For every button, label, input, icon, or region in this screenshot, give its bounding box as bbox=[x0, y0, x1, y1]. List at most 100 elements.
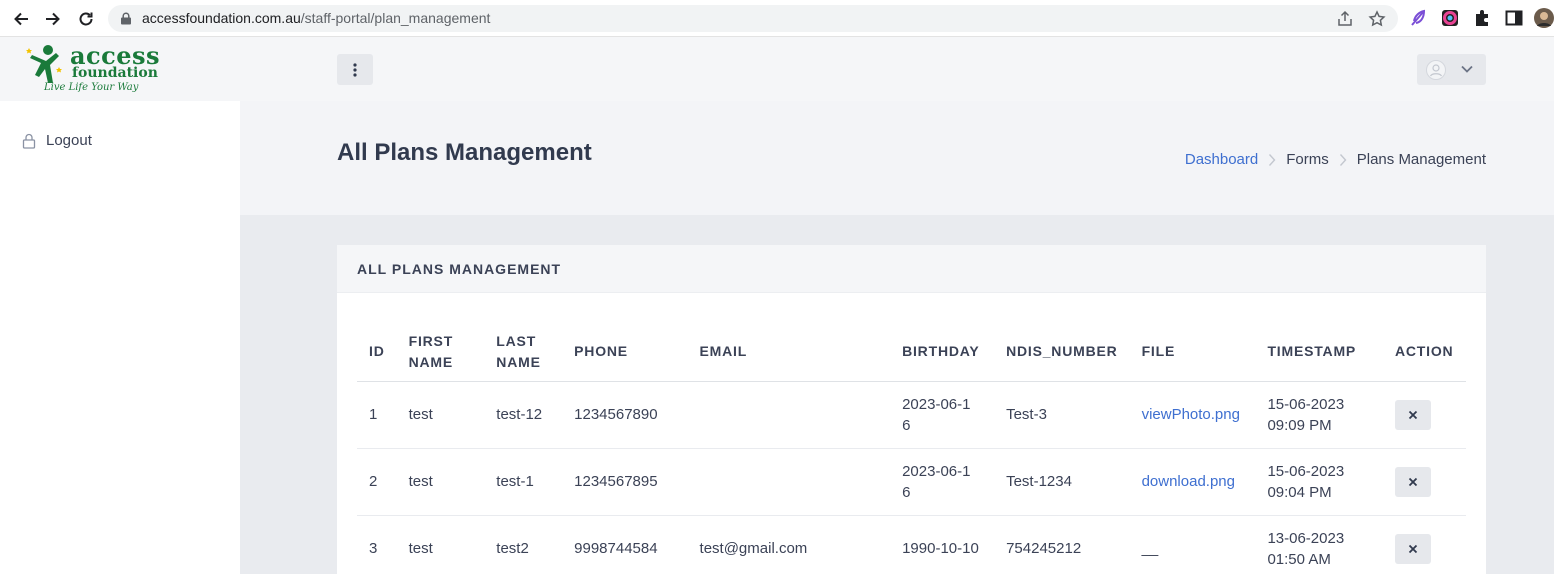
cell-last-name: test-12 bbox=[484, 381, 563, 449]
timestamp-text: 15-06-2023 09:09 PM bbox=[1267, 395, 1345, 434]
cell-action bbox=[1382, 381, 1466, 449]
cell-first-name: test bbox=[396, 381, 485, 449]
cell-last-name: test-1 bbox=[484, 448, 563, 516]
logout-label: Logout bbox=[46, 132, 92, 149]
column-header-ndis-number: NDIS_NUMBER bbox=[994, 323, 1130, 382]
cell-first-name: test bbox=[396, 515, 485, 574]
chevron-right-icon bbox=[1269, 153, 1276, 166]
column-header-last-name: LAST NAME bbox=[484, 323, 563, 382]
delete-button[interactable] bbox=[1394, 399, 1431, 430]
column-header-email: EMAIL bbox=[687, 323, 891, 382]
column-header-file: FILE bbox=[1129, 323, 1256, 382]
cell-birthday: 1990-10-10 bbox=[890, 515, 995, 574]
breadcrumb-dashboard[interactable]: Dashboard bbox=[1185, 151, 1258, 168]
cell-phone: 1234567890 bbox=[562, 381, 688, 449]
column-header-timestamp: TIMESTAMP bbox=[1255, 323, 1383, 382]
cell-action bbox=[1382, 448, 1466, 516]
url-path: /staff-portal/plan_management bbox=[300, 10, 491, 26]
chevron-right-icon bbox=[1339, 153, 1347, 166]
cell-file: download.png bbox=[1129, 448, 1256, 516]
cell-action bbox=[1382, 515, 1466, 574]
file-link[interactable]: viewPhoto.png bbox=[1142, 406, 1240, 423]
file-link[interactable]: download.png bbox=[1142, 473, 1235, 490]
color-picker-extension-icon[interactable] bbox=[1440, 8, 1460, 28]
close-icon bbox=[1408, 544, 1418, 553]
breadcrumb-forms: Forms bbox=[1286, 151, 1329, 168]
logo-text-foundation: foundation bbox=[72, 65, 158, 81]
more-options-button[interactable] bbox=[337, 54, 373, 85]
table-row: 2 test test-1 1234567895 2023-06-16 Test… bbox=[357, 448, 1466, 516]
sidebar: access foundation Live Life Your Way Log… bbox=[0, 37, 240, 574]
url-text: accessfoundation.com.au/staff-portal/pla… bbox=[142, 10, 490, 26]
column-header-phone: PHONE bbox=[562, 323, 688, 382]
breadcrumb: Dashboard Forms Plans Management bbox=[1185, 151, 1486, 168]
logo-tagline: Live Life Your Way bbox=[44, 82, 139, 93]
side-panel-icon[interactable] bbox=[1504, 8, 1524, 28]
birthday-text: 2023-06-16 bbox=[902, 395, 971, 434]
table-row: 3 test test2 9998744584 test@gmail.com 1… bbox=[357, 515, 1466, 574]
reload-icon[interactable] bbox=[73, 6, 99, 32]
cell-id: 3 bbox=[357, 515, 397, 574]
cell-ndis-number: Test-3 bbox=[994, 381, 1130, 449]
cell-timestamp: 15-06-2023 09:09 PM bbox=[1255, 381, 1383, 449]
page-heading-area: All Plans Management Dashboard Forms Pla… bbox=[240, 101, 1554, 215]
lock-icon bbox=[22, 133, 36, 149]
cell-timestamp: 13-06-2023 01:50 AM bbox=[1255, 515, 1383, 574]
user-menu-button[interactable] bbox=[1417, 54, 1486, 85]
profile-avatar-icon[interactable] bbox=[1534, 8, 1554, 28]
plans-card: ALL PLANS MANAGEMENT ID FIRST NAME LAST … bbox=[337, 245, 1486, 574]
main-content: ALL PLANS MANAGEMENT ID FIRST NAME LAST … bbox=[240, 215, 1554, 574]
cell-phone: 1234567895 bbox=[562, 448, 688, 516]
user-avatar-icon bbox=[1426, 60, 1446, 80]
browser-toolbar: accessfoundation.com.au/staff-portal/pla… bbox=[0, 0, 1554, 37]
column-header-action: ACTION bbox=[1382, 323, 1466, 382]
cell-file: __ bbox=[1129, 515, 1256, 574]
table-row: 1 test test-12 1234567890 2023-06-16 Tes… bbox=[357, 381, 1466, 449]
delete-button[interactable] bbox=[1394, 533, 1431, 564]
column-header-id: ID bbox=[357, 323, 397, 382]
plans-table: ID FIRST NAME LAST NAME PHONE EMAIL BIRT… bbox=[357, 323, 1466, 574]
extensions-puzzle-icon[interactable] bbox=[1472, 8, 1492, 28]
column-header-last-name-text: LAST NAME bbox=[496, 332, 541, 370]
cell-phone: 9998744584 bbox=[562, 515, 688, 574]
cell-first-name: test bbox=[396, 448, 485, 516]
delete-button[interactable] bbox=[1394, 466, 1431, 497]
logout-link[interactable]: Logout bbox=[22, 132, 92, 149]
timestamp-text: 15-06-2023 09:04 PM bbox=[1267, 462, 1345, 501]
timestamp-text: 13-06-2023 01:50 AM bbox=[1267, 529, 1345, 568]
logo-figure-icon bbox=[26, 45, 62, 83]
breadcrumb-plans-management: Plans Management bbox=[1356, 151, 1486, 168]
card-title: ALL PLANS MANAGEMENT bbox=[337, 245, 1486, 293]
column-header-birthday: BIRTHDAY bbox=[890, 323, 995, 382]
url-host: accessfoundation.com.au bbox=[142, 10, 301, 26]
cell-timestamp: 15-06-2023 09:04 PM bbox=[1255, 448, 1383, 516]
share-icon[interactable] bbox=[1336, 10, 1354, 28]
address-bar[interactable]: accessfoundation.com.au/staff-portal/pla… bbox=[108, 5, 1398, 32]
column-header-first-name: FIRST NAME bbox=[396, 323, 485, 382]
cell-email bbox=[687, 381, 891, 449]
close-icon bbox=[1408, 477, 1418, 486]
column-header-first-name-text: FIRST NAME bbox=[408, 332, 454, 370]
cell-file: viewPhoto.png bbox=[1129, 381, 1256, 449]
birthday-text: 1990-10-10 bbox=[902, 540, 979, 557]
close-icon bbox=[1408, 410, 1418, 419]
lock-icon bbox=[121, 12, 131, 25]
birthday-text: 2023-06-16 bbox=[902, 462, 971, 501]
cell-birthday: 2023-06-16 bbox=[890, 448, 995, 516]
cell-id: 2 bbox=[357, 448, 397, 516]
cell-email bbox=[687, 448, 891, 516]
vertical-dots-icon bbox=[353, 62, 357, 77]
feather-extension-icon[interactable] bbox=[1408, 8, 1428, 28]
bookmark-star-icon[interactable] bbox=[1368, 10, 1386, 28]
cell-birthday: 2023-06-16 bbox=[890, 381, 995, 449]
logo[interactable]: access foundation Live Life Your Way bbox=[0, 37, 240, 101]
page-title: All Plans Management bbox=[337, 139, 592, 166]
chevron-down-icon bbox=[1461, 65, 1473, 73]
cell-email: test@gmail.com bbox=[687, 515, 891, 574]
cell-ndis-number: Test-1234 bbox=[994, 448, 1130, 516]
top-header bbox=[240, 37, 1554, 101]
back-icon[interactable] bbox=[8, 6, 34, 32]
cell-id: 1 bbox=[357, 381, 397, 449]
forward-icon[interactable] bbox=[40, 6, 66, 32]
cell-ndis-number: 754245212 bbox=[994, 515, 1130, 574]
